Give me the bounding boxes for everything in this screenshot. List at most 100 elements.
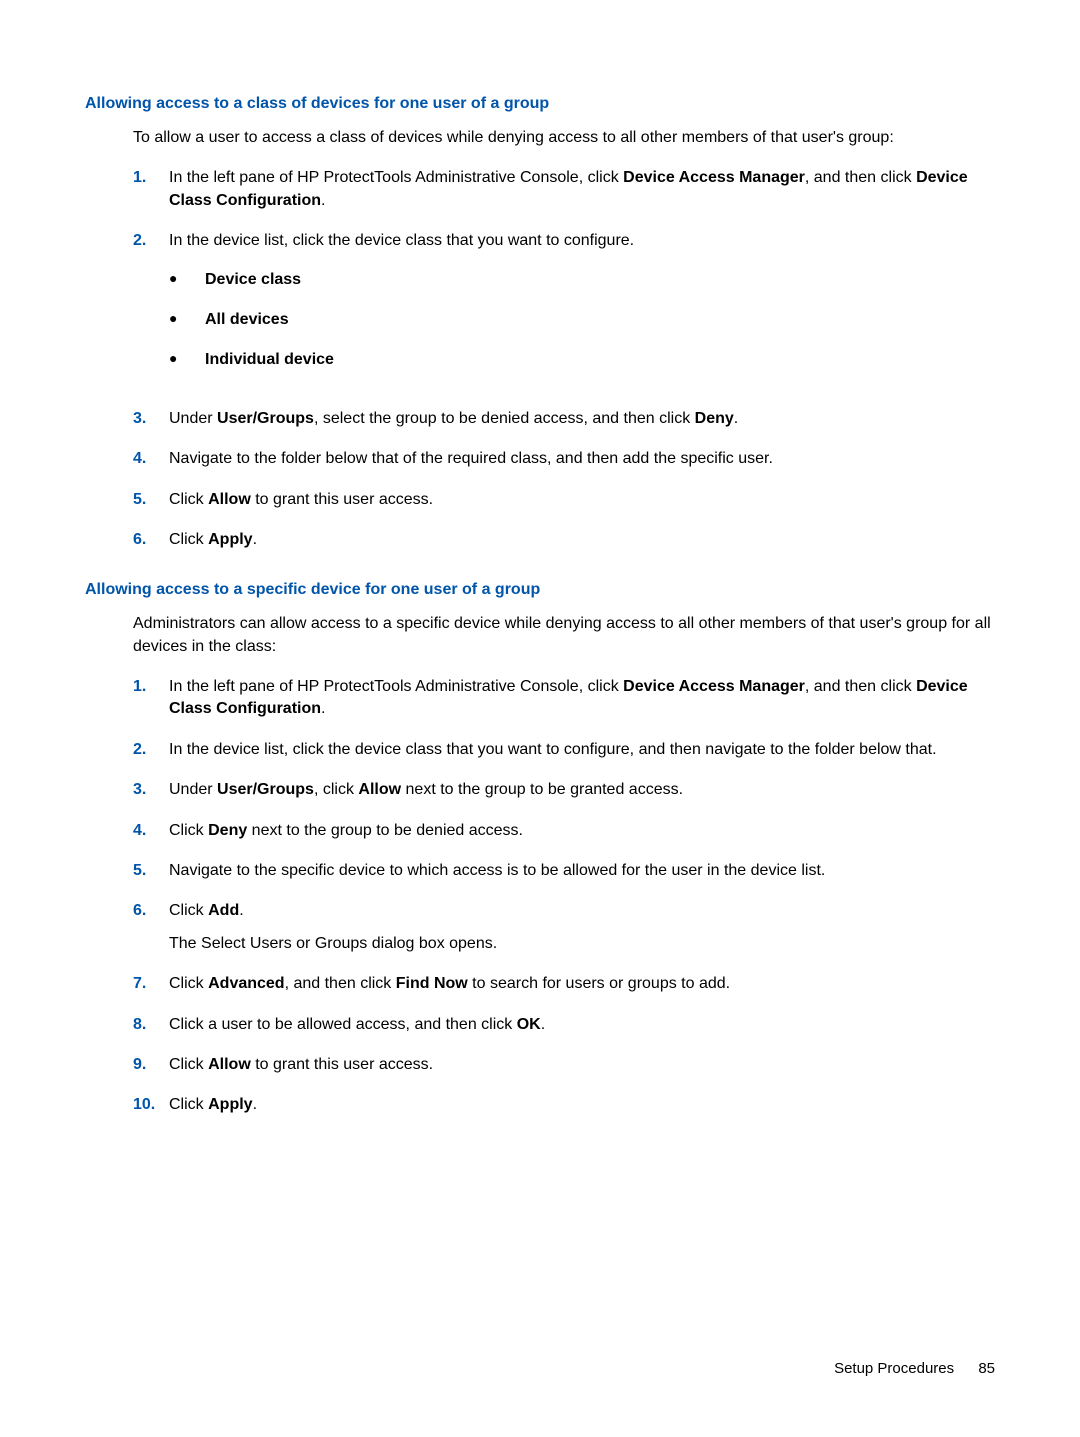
step-number: 8. xyxy=(133,1014,169,1036)
bullet-text: All devices xyxy=(205,309,289,331)
bold-text: Apply xyxy=(208,531,252,548)
intro-paragraph: Administrators can allow access to a spe… xyxy=(133,613,995,658)
bullet-item: ● Individual device xyxy=(169,349,995,371)
text: . xyxy=(734,410,738,427)
bullet-icon: ● xyxy=(169,309,205,331)
step-3: 3. Under User/Groups, select the group t… xyxy=(133,408,995,430)
text: , and then click xyxy=(805,169,916,186)
bullet-icon: ● xyxy=(169,349,205,371)
step-content: In the left pane of HP ProtectTools Admi… xyxy=(169,167,995,212)
text: Under xyxy=(169,781,217,798)
step-number: 9. xyxy=(133,1054,169,1076)
step-6: 6. Click Apply. xyxy=(133,529,995,551)
text: In the left pane of HP ProtectTools Admi… xyxy=(169,169,623,186)
step-number: 3. xyxy=(133,408,169,430)
step-4: 4. Navigate to the folder below that of … xyxy=(133,448,995,470)
page-footer: Setup Procedures 85 xyxy=(834,1360,995,1377)
text: . xyxy=(253,1096,257,1113)
text: Click xyxy=(169,1056,208,1073)
page-number: 85 xyxy=(978,1360,995,1377)
bold-text: Device Access Manager xyxy=(623,169,805,186)
text: Click a user to be allowed access, and t… xyxy=(169,1016,517,1033)
step-2: 2. In the device list, click the device … xyxy=(133,739,995,761)
text: . xyxy=(253,531,257,548)
bullet-list: ● Device class ● All devices ● Individua… xyxy=(169,269,995,372)
bold-text: Advanced xyxy=(208,975,284,992)
step-content: In the device list, click the device cla… xyxy=(169,739,995,761)
text: next to the group to be denied access. xyxy=(247,822,523,839)
step-1: 1. In the left pane of HP ProtectTools A… xyxy=(133,167,995,212)
bold-text: Apply xyxy=(208,1096,252,1113)
text: Click xyxy=(169,1096,208,1113)
text: , and then click xyxy=(285,975,396,992)
step-3: 3. Under User/Groups, click Allow next t… xyxy=(133,779,995,801)
step-number: 1. xyxy=(133,167,169,212)
step-content: Click Deny next to the group to be denie… xyxy=(169,820,995,842)
bold-text: Allow xyxy=(208,1056,251,1073)
step-content: Under User/Groups, click Allow next to t… xyxy=(169,779,995,801)
step-6: 6. Click Add. The Select Users or Groups… xyxy=(133,900,995,955)
step-content: Click Add. The Select Users or Groups di… xyxy=(169,900,995,955)
bold-text: OK xyxy=(517,1016,541,1033)
text: next to the group to be granted access. xyxy=(401,781,683,798)
step-content: Click Apply. xyxy=(169,529,995,551)
text: . xyxy=(321,700,325,717)
text: Click xyxy=(169,975,208,992)
bullet-icon: ● xyxy=(169,269,205,291)
bullet-item: ● All devices xyxy=(169,309,995,331)
step-content: Click Advanced, and then click Find Now … xyxy=(169,973,995,995)
step-4: 4. Click Deny next to the group to be de… xyxy=(133,820,995,842)
bullet-text: Device class xyxy=(205,269,301,291)
section-heading: Allowing access to a specific device for… xyxy=(85,581,995,599)
bold-text: Find Now xyxy=(396,975,468,992)
step-1: 1. In the left pane of HP ProtectTools A… xyxy=(133,676,995,721)
step-content: Navigate to the folder below that of the… xyxy=(169,448,995,470)
text: . xyxy=(541,1016,545,1033)
text: In the left pane of HP ProtectTools Admi… xyxy=(169,678,623,695)
step-number: 2. xyxy=(133,739,169,761)
text: Click xyxy=(169,822,208,839)
text: to grant this user access. xyxy=(251,1056,433,1073)
step-number: 7. xyxy=(133,973,169,995)
section-class-access: Allowing access to a class of devices fo… xyxy=(85,95,995,551)
step-number: 10. xyxy=(133,1094,169,1116)
text: , select the group to be denied access, … xyxy=(314,410,695,427)
step-number: 4. xyxy=(133,448,169,470)
step-content: Under User/Groups, select the group to b… xyxy=(169,408,995,430)
text: Click xyxy=(169,531,208,548)
text: to grant this user access. xyxy=(251,491,433,508)
bold-text: Allow xyxy=(208,491,251,508)
step-content: Click a user to be allowed access, and t… xyxy=(169,1014,995,1036)
step-2: 2. In the device list, click the device … xyxy=(133,230,995,390)
intro-paragraph: To allow a user to access a class of dev… xyxy=(133,127,995,149)
steps-list: 1. In the left pane of HP ProtectTools A… xyxy=(133,167,995,551)
bold-text: Deny xyxy=(208,822,247,839)
step-10: 10. Click Apply. xyxy=(133,1094,995,1116)
text: Click xyxy=(169,491,208,508)
text: . xyxy=(321,192,325,209)
step-9: 9. Click Allow to grant this user access… xyxy=(133,1054,995,1076)
step-number: 3. xyxy=(133,779,169,801)
step-number: 6. xyxy=(133,900,169,955)
step-8: 8. Click a user to be allowed access, an… xyxy=(133,1014,995,1036)
step-content: Click Allow to grant this user access. xyxy=(169,489,995,511)
step-number: 4. xyxy=(133,820,169,842)
section-specific-device: Allowing access to a specific device for… xyxy=(85,581,995,1116)
step-content: In the left pane of HP ProtectTools Admi… xyxy=(169,676,995,721)
bold-text: Add xyxy=(208,902,239,919)
text: In the device list, click the device cla… xyxy=(169,232,634,249)
step-number: 1. xyxy=(133,676,169,721)
section-heading: Allowing access to a class of devices fo… xyxy=(85,95,995,113)
text: Click xyxy=(169,902,208,919)
bold-text: Device Access Manager xyxy=(623,678,805,695)
text: , and then click xyxy=(805,678,916,695)
text: to search for users or groups to add. xyxy=(468,975,730,992)
footer-text: Setup Procedures xyxy=(834,1360,954,1377)
step-content: Click Apply. xyxy=(169,1094,995,1116)
step-number: 2. xyxy=(133,230,169,390)
step-content: Click Allow to grant this user access. xyxy=(169,1054,995,1076)
step-5: 5. Navigate to the specific device to wh… xyxy=(133,860,995,882)
bullet-item: ● Device class xyxy=(169,269,995,291)
text: , click xyxy=(314,781,358,798)
step-7: 7. Click Advanced, and then click Find N… xyxy=(133,973,995,995)
